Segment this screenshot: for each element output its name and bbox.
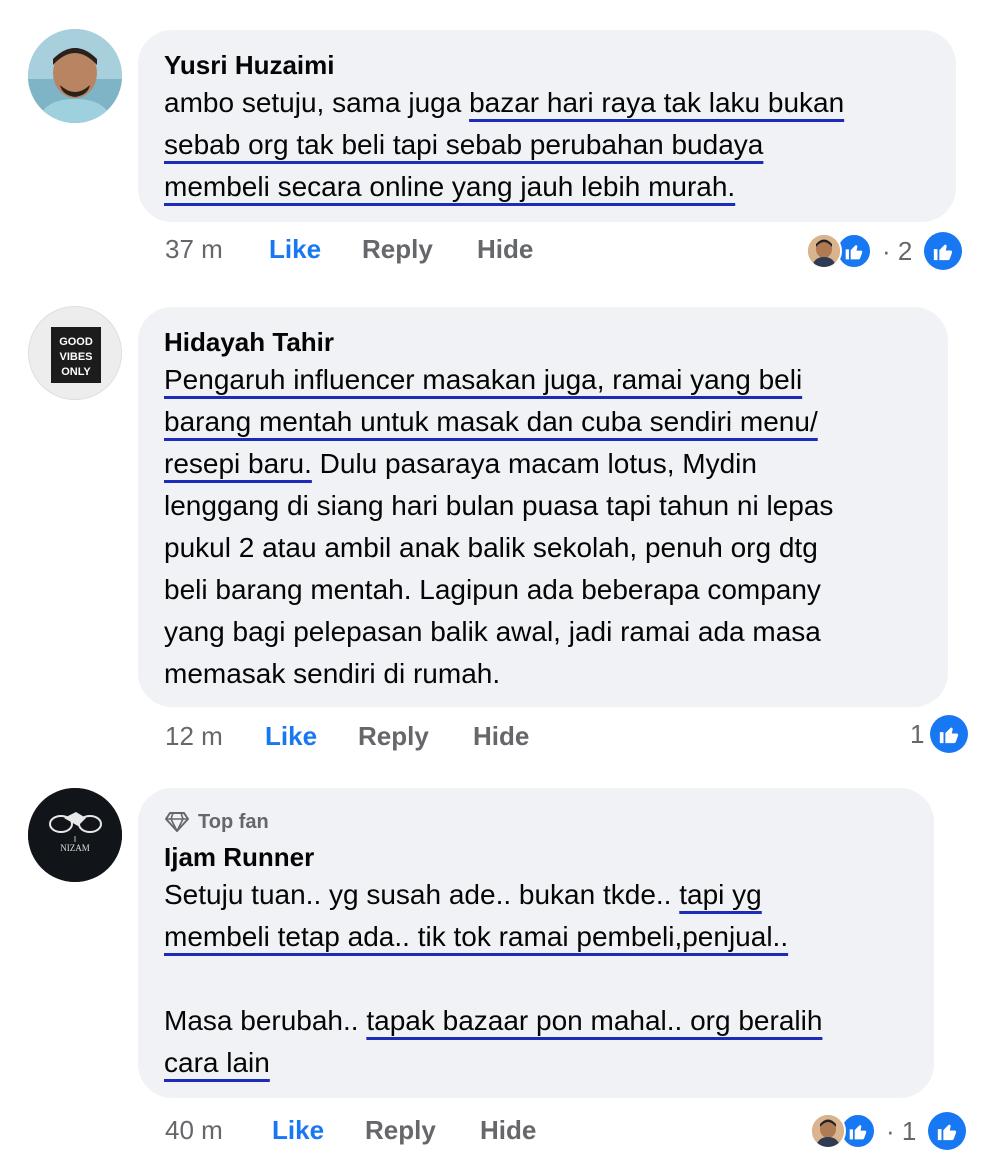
hide-button[interactable]: Hide bbox=[477, 234, 533, 265]
underlined-text: tapak bazaar pon mahal.. org beralih bbox=[366, 1005, 823, 1036]
underlined-text: membeli tetap ada.. tik tok ramai pembel… bbox=[164, 921, 789, 952]
comment-text-segment: ambo setuju, sama juga bbox=[164, 87, 470, 118]
avatar-text: ONLY bbox=[61, 366, 91, 378]
underlined-text: membeli secara online yang jauh lebih mu… bbox=[164, 171, 736, 202]
comment-bubble: Hidayah Tahir Pengaruh influencer masaka… bbox=[138, 307, 948, 707]
comment-actions: 40 m Like Reply Hide bbox=[165, 1110, 536, 1150]
diamond-icon bbox=[165, 812, 189, 832]
comment-text-segment: Setuju tuan.. yg susah ade.. bukan tkde.… bbox=[164, 879, 680, 910]
reaction-summary[interactable]: 1 bbox=[910, 714, 969, 754]
comment-text-segment: memasak sendiri di rumah. bbox=[164, 658, 501, 689]
underlined-text: barang mentah untuk masak dan cuba sendi… bbox=[164, 406, 818, 437]
comment-actions: 37 m Like Reply Hide bbox=[165, 229, 533, 269]
reaction-summary[interactable]: · 2 bbox=[806, 231, 963, 271]
underlined-text: Pengaruh influencer masakan juga, ramai … bbox=[164, 364, 803, 395]
comment-text-segment: beli barang mentah. Lagipun ada beberapa… bbox=[164, 574, 821, 605]
reaction-summary[interactable]: · 1 bbox=[810, 1111, 967, 1151]
comment-bubble: Yusri Huzaimi ambo setuju, sama juga baz… bbox=[138, 30, 956, 222]
thumbs-up-icon bbox=[928, 1112, 967, 1150]
avatar-text: VIBES bbox=[59, 351, 92, 363]
avatar-text: NIZAM bbox=[60, 843, 90, 853]
reaction-count: 1 bbox=[910, 718, 925, 749]
like-button[interactable]: Like bbox=[265, 721, 358, 752]
comment-time[interactable]: 40 m bbox=[165, 1115, 272, 1146]
comment-text-segment: pukul 2 atau ambil anak balik sekolah, p… bbox=[164, 532, 818, 563]
avatar-photo: GOOD VIBES ONLY bbox=[29, 307, 121, 399]
reactor-avatar bbox=[810, 1113, 846, 1149]
comment-bubble: Top fan Ijam Runner Setuju tuan.. yg sus… bbox=[138, 788, 934, 1098]
hide-button[interactable]: Hide bbox=[473, 721, 529, 752]
comment-actions: 12 m Like Reply Hide bbox=[165, 716, 529, 756]
avatar[interactable] bbox=[28, 29, 122, 123]
reply-button[interactable]: Reply bbox=[358, 721, 473, 752]
avatar-photo bbox=[28, 29, 122, 123]
comment-author[interactable]: Hidayah Tahir bbox=[164, 325, 922, 359]
comment-text-segment: lenggang di siang hari bulan puasa tapi … bbox=[164, 490, 834, 521]
comment-text-segment: Dulu pasaraya macam lotus, Mydin bbox=[311, 448, 757, 479]
comment-text: Setuju tuan.. yg susah ade.. bukan tkde.… bbox=[164, 874, 908, 1084]
comment-text-segment: Masa berubah.. bbox=[164, 1005, 367, 1036]
reply-button[interactable]: Reply bbox=[365, 1115, 480, 1146]
comment-author[interactable]: Ijam Runner bbox=[164, 840, 908, 874]
avatar-text: GOOD bbox=[59, 336, 93, 348]
top-fan-badge: Top fan bbox=[164, 808, 908, 836]
thumbs-up-icon bbox=[930, 715, 969, 753]
comment-text: ambo setuju, sama juga bazar hari raya t… bbox=[164, 82, 930, 208]
reactor-avatar bbox=[806, 233, 842, 269]
avatar[interactable]: NIZAM bbox=[28, 788, 122, 882]
like-button[interactable]: Like bbox=[272, 1115, 365, 1146]
reply-button[interactable]: Reply bbox=[362, 234, 477, 265]
underlined-text: tapi yg bbox=[679, 879, 762, 910]
reaction-count: · 1 bbox=[886, 1115, 917, 1146]
badge-label: Top fan bbox=[198, 811, 269, 833]
comment-time[interactable]: 12 m bbox=[165, 721, 265, 752]
thumbs-up-icon bbox=[924, 232, 963, 270]
comment-text-segment: yang bagi pelepasan balik awal, jadi ram… bbox=[164, 616, 821, 647]
hide-button[interactable]: Hide bbox=[480, 1115, 536, 1146]
comment-time[interactable]: 37 m bbox=[165, 234, 269, 265]
comment-author[interactable]: Yusri Huzaimi bbox=[164, 48, 930, 82]
like-button[interactable]: Like bbox=[269, 234, 362, 265]
comment-text: Pengaruh influencer masakan juga, ramai … bbox=[164, 359, 922, 695]
underlined-text: sebab org tak beli tapi sebab perubahan … bbox=[164, 129, 764, 160]
avatar[interactable]: GOOD VIBES ONLY bbox=[28, 306, 122, 400]
underlined-text: bazar hari raya tak laku bukan bbox=[469, 87, 845, 118]
underlined-text: cara lain bbox=[164, 1047, 270, 1078]
avatar-photo: NIZAM bbox=[28, 788, 122, 882]
reaction-count: · 2 bbox=[882, 235, 913, 266]
underlined-text: resepi baru. bbox=[164, 448, 312, 479]
